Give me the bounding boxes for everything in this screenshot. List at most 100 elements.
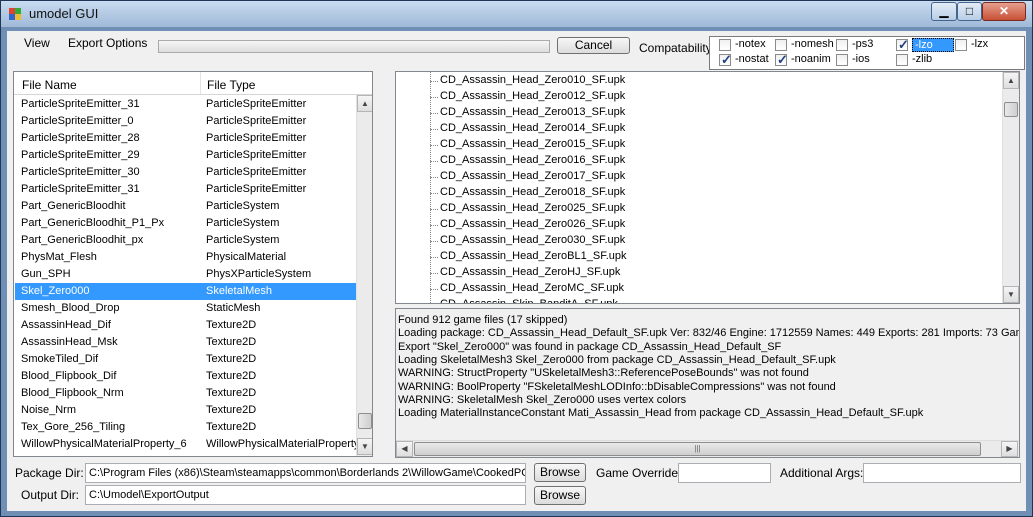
game-override-input[interactable]: [678, 463, 771, 483]
tree-connector: [430, 273, 438, 274]
table-row[interactable]: ParticleSpriteEmitter_29 ParticleSpriteEm…: [15, 147, 361, 164]
tree-connector: [430, 97, 438, 98]
table-row[interactable]: Blood_Flipbook_Nrm Texture2D: [15, 385, 361, 402]
tree-node[interactable]: CD_Assassin_Head_Zero015_SF.upk: [440, 138, 625, 150]
maximize-button[interactable]: □: [957, 2, 982, 21]
compat-ios-label: -ios: [852, 53, 870, 65]
scroll-left-button[interactable]: ◀: [396, 441, 413, 457]
cell-file-name: Part_GenericBloodhit: [21, 200, 126, 212]
table-row[interactable]: Part_GenericBloodhit ParticleSystem: [15, 198, 361, 215]
table-row[interactable]: ParticleSpriteEmitter_28 ParticleSpriteEm…: [15, 130, 361, 147]
file-list-scrollbar[interactable]: ▲ ▼: [356, 95, 372, 456]
table-row[interactable]: Part_GenericBloodhit_P1_Px ParticleSystem: [15, 215, 361, 232]
cell-file-type: ParticleSpriteEmitter: [206, 149, 307, 161]
scroll-thumb[interactable]: [358, 413, 372, 429]
log-hscrollbar[interactable]: ◀ ||| ▶: [396, 440, 1019, 457]
scroll-up-button[interactable]: ▲: [357, 95, 372, 112]
tree-node[interactable]: CD_Assassin_Skin_BanditA_SF.upk: [440, 298, 618, 303]
cell-file-type: Texture2D: [206, 387, 257, 399]
checkbox-box[interactable]: [955, 39, 967, 51]
cell-file-type: PhysicalMaterial: [206, 251, 287, 263]
table-row[interactable]: Skel_Zero000 SkeletalMesh: [15, 283, 361, 300]
checkbox-box[interactable]: [896, 54, 908, 66]
log-line: Found 912 game files (17 skipped): [398, 314, 568, 326]
table-row[interactable]: Tex_Gore_256_Tiling Texture2D: [15, 419, 361, 436]
column-header-file-type[interactable]: File Type: [207, 78, 255, 92]
table-row[interactable]: ParticleSpriteEmitter_0 ParticleSpriteEmi…: [15, 113, 361, 130]
package-dir-browse-button[interactable]: Browse: [534, 463, 586, 482]
tree-node[interactable]: CD_Assassin_Head_ZeroBL1_SF.upk: [440, 250, 627, 262]
package-dir-input[interactable]: C:\Program Files (x86)\Steam\steamapps\c…: [85, 463, 526, 483]
cell-file-name: Smesh_Blood_Drop: [21, 302, 120, 314]
table-row[interactable]: Blood_Flipbook_Dif Texture2D: [15, 368, 361, 385]
tree-node[interactable]: CD_Assassin_Head_Zero010_SF.upk: [440, 74, 625, 86]
table-row[interactable]: WillowPhysicalMaterialProperty_6 WillowPh…: [15, 436, 361, 453]
tree-node[interactable]: CD_Assassin_Head_Zero025_SF.upk: [440, 202, 625, 214]
table-row[interactable]: Part_GenericBloodhit_px ParticleSystem: [15, 232, 361, 249]
table-row[interactable]: Smesh_Blood_Drop StaticMesh: [15, 300, 361, 317]
checkbox-box[interactable]: [836, 39, 848, 51]
cell-file-name: ParticleSpriteEmitter_29: [21, 149, 140, 161]
menu-view[interactable]: View: [24, 36, 50, 50]
compat-notex-label: -notex: [735, 38, 766, 50]
scroll-thumb[interactable]: [1004, 102, 1018, 117]
compat-label: Compatability:: [639, 41, 716, 55]
tree-node[interactable]: CD_Assassin_Head_Zero014_SF.upk: [440, 122, 625, 134]
table-row[interactable]: PhysMat_Flesh PhysicalMaterial: [15, 249, 361, 266]
checkbox-box[interactable]: [896, 37, 909, 53]
scroll-up-button[interactable]: ▲: [1003, 72, 1019, 89]
cell-file-type: ParticleSystem: [206, 234, 280, 246]
column-divider[interactable]: [200, 72, 201, 94]
checkbox-box[interactable]: [836, 54, 848, 66]
scroll-down-button[interactable]: ▼: [357, 438, 372, 455]
checkbox-box[interactable]: [719, 39, 731, 51]
table-row[interactable]: ParticleSpriteEmitter_31 ParticleSpriteEm…: [15, 96, 361, 113]
title-bar[interactable]: umodel GUI ▁ □ ✕: [1, 1, 1032, 27]
tree-node[interactable]: CD_Assassin_Head_Zero030_SF.upk: [440, 234, 625, 246]
tree-node[interactable]: CD_Assassin_Head_Zero026_SF.upk: [440, 218, 625, 230]
cell-file-type: Texture2D: [206, 336, 257, 348]
log-line: Loading package: CD_Assassin_Head_Defaul…: [398, 327, 1020, 340]
column-header-file-name[interactable]: File Name: [22, 78, 77, 92]
cell-file-name: Part_GenericBloodhit_px: [21, 234, 144, 246]
tree-node[interactable]: CD_Assassin_Head_ZeroHJ_SF.upk: [440, 266, 620, 278]
tree-node[interactable]: CD_Assassin_Head_Zero016_SF.upk: [440, 154, 625, 166]
output-dir-browse-button[interactable]: Browse: [534, 486, 586, 505]
additional-args-input[interactable]: [863, 463, 1021, 483]
cell-file-type: ParticleSystem: [206, 217, 280, 229]
cell-file-type: ParticleSpriteEmitter: [206, 166, 307, 178]
cell-file-name: Noise_Nrm: [21, 404, 77, 416]
tree-node[interactable]: CD_Assassin_Head_Zero017_SF.upk: [440, 170, 625, 182]
minimize-button[interactable]: ▁: [931, 2, 957, 21]
tree-node[interactable]: CD_Assassin_Head_Zero013_SF.upk: [440, 106, 625, 118]
scroll-thumb[interactable]: |||: [414, 442, 981, 456]
table-row[interactable]: SmokeTiled_Dif Texture2D: [15, 351, 361, 368]
table-row[interactable]: ParticleSpriteEmitter_31 ParticleSpriteEm…: [15, 181, 361, 198]
close-button[interactable]: ✕: [982, 2, 1026, 21]
package-tree[interactable]: CD_Assassin_Head_Zero010_SF.upk CD_Assass…: [395, 71, 1020, 304]
output-dir-input[interactable]: C:\Umodel\ExportOutput: [85, 485, 526, 505]
log-output[interactable]: Found 912 game files (17 skipped) Loading…: [395, 308, 1020, 458]
menu-export-options[interactable]: Export Options: [68, 36, 147, 50]
scroll-down-button[interactable]: ▼: [1003, 286, 1019, 303]
cell-file-type: ParticleSpriteEmitter: [206, 132, 307, 144]
table-row[interactable]: ParticleSpriteEmitter_30 ParticleSpriteEm…: [15, 164, 361, 181]
tree-node[interactable]: CD_Assassin_Head_Zero012_SF.upk: [440, 90, 625, 102]
table-row[interactable]: AssassinHead_Dif Texture2D: [15, 317, 361, 334]
scroll-right-button[interactable]: ▶: [1001, 441, 1018, 457]
cell-file-name: Tex_Gore_256_Tiling: [21, 421, 126, 433]
cell-file-type: ParticleSystem: [206, 200, 280, 212]
table-row[interactable]: AssassinHead_Msk Texture2D: [15, 334, 361, 351]
table-row[interactable]: Gun_SPH PhysXParticleSystem: [15, 266, 361, 283]
tree-connector: [430, 161, 438, 162]
tree-scrollbar[interactable]: ▲ ▼: [1002, 72, 1019, 303]
tree-node[interactable]: CD_Assassin_Head_ZeroMC_SF.upk: [440, 282, 624, 294]
table-row[interactable]: Noise_Nrm Texture2D: [15, 402, 361, 419]
cell-file-type: Texture2D: [206, 404, 257, 416]
tree-node[interactable]: CD_Assassin_Head_Zero018_SF.upk: [440, 186, 625, 198]
cancel-button[interactable]: Cancel: [557, 37, 630, 54]
file-list[interactable]: File Name File Type ParticleSpriteEmitte…: [13, 71, 373, 457]
checkbox-box[interactable]: [719, 52, 732, 68]
checkbox-box[interactable]: [775, 52, 788, 68]
checkbox-box[interactable]: [775, 39, 787, 51]
